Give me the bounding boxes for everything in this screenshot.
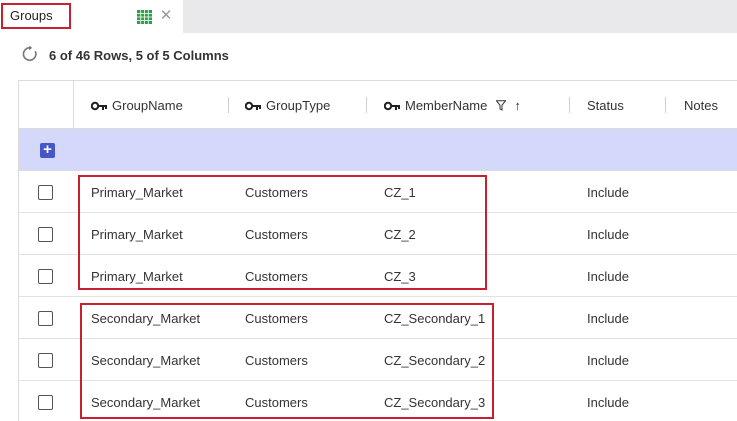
cell-status[interactable]: Include [587, 395, 629, 410]
cell-groupname[interactable]: Secondary_Market [91, 311, 200, 326]
close-icon[interactable]: ✕ [159, 8, 173, 24]
key-icon [91, 101, 107, 110]
column-header-label: GroupName [112, 98, 183, 113]
cell-status[interactable]: Include [587, 311, 629, 326]
column-header-label: GroupType [266, 98, 331, 113]
cell-status[interactable]: Include [587, 269, 629, 284]
cell-grouptype[interactable]: Customers [245, 353, 308, 368]
row-checkbox[interactable] [38, 227, 53, 242]
column-header-notes[interactable]: Notes [684, 98, 718, 113]
cell-membername[interactable]: CZ_3 [384, 269, 416, 284]
table-row[interactable]: Primary_Market Customers CZ_3 Include [19, 255, 737, 297]
data-grid: GroupName GroupType MemberName ↑ Status … [18, 80, 737, 421]
table-row[interactable]: Primary_Market Customers CZ_1 Include [19, 171, 737, 213]
column-separator[interactable] [665, 97, 666, 113]
row-checkbox[interactable] [38, 185, 53, 200]
header-select-cell [19, 81, 74, 129]
grid-icon[interactable] [137, 10, 152, 24]
cell-membername[interactable]: CZ_1 [384, 185, 416, 200]
table-row[interactable]: Secondary_Market Customers CZ_Secondary_… [19, 381, 737, 421]
cell-grouptype[interactable]: Customers [245, 269, 308, 284]
cell-groupname[interactable]: Secondary_Market [91, 353, 200, 368]
cell-membername[interactable]: CZ_Secondary_3 [384, 395, 485, 410]
sort-ascending-icon[interactable]: ↑ [514, 98, 521, 113]
cell-membername[interactable]: CZ_Secondary_2 [384, 353, 485, 368]
filter-icon[interactable] [496, 100, 507, 111]
column-header-label: Notes [684, 98, 718, 113]
table-row[interactable]: Secondary_Market Customers CZ_Secondary_… [19, 339, 737, 381]
row-checkbox[interactable] [38, 269, 53, 284]
cell-grouptype[interactable]: Customers [245, 311, 308, 326]
cell-grouptype[interactable]: Customers [245, 395, 308, 410]
cell-status[interactable]: Include [587, 353, 629, 368]
cell-groupname[interactable]: Primary_Market [91, 227, 183, 242]
cell-status[interactable]: Include [587, 227, 629, 242]
table-row[interactable]: Secondary_Market Customers CZ_Secondary_… [19, 297, 737, 339]
cell-groupname[interactable]: Primary_Market [91, 269, 183, 284]
column-header-label: Status [587, 98, 624, 113]
column-separator[interactable] [569, 97, 570, 113]
key-icon [245, 101, 261, 110]
grid-header: GroupName GroupType MemberName ↑ Status … [19, 81, 737, 129]
column-header-label: MemberName [405, 98, 488, 113]
row-count-summary: 6 of 46 Rows, 5 of 5 Columns [49, 48, 229, 63]
row-checkbox[interactable] [38, 311, 53, 326]
refresh-icon[interactable] [21, 45, 39, 63]
column-header-membername[interactable]: MemberName ↑ [384, 98, 521, 113]
tab-strip: Groups ✕ [0, 0, 737, 33]
column-header-grouptype[interactable]: GroupType [245, 98, 330, 113]
cell-grouptype[interactable]: Customers [245, 227, 308, 242]
row-checkbox[interactable] [38, 353, 53, 368]
key-icon [384, 101, 400, 110]
row-checkbox[interactable] [38, 395, 53, 410]
add-row-button[interactable]: + [40, 142, 55, 158]
cell-groupname[interactable]: Primary_Market [91, 185, 183, 200]
column-header-status[interactable]: Status [587, 98, 624, 113]
cell-grouptype[interactable]: Customers [245, 185, 308, 200]
tab-title-highlight [1, 3, 71, 29]
column-separator[interactable] [366, 97, 367, 113]
add-row-band: + [19, 129, 737, 171]
cell-membername[interactable]: CZ_2 [384, 227, 416, 242]
cell-groupname[interactable]: Secondary_Market [91, 395, 200, 410]
cell-status[interactable]: Include [587, 185, 629, 200]
cell-membername[interactable]: CZ_Secondary_1 [384, 311, 485, 326]
table-row[interactable]: Primary_Market Customers CZ_2 Include [19, 213, 737, 255]
column-separator[interactable] [228, 97, 229, 113]
column-header-groupname[interactable]: GroupName [91, 98, 183, 113]
tab-groups[interactable]: Groups ✕ [0, 0, 183, 33]
